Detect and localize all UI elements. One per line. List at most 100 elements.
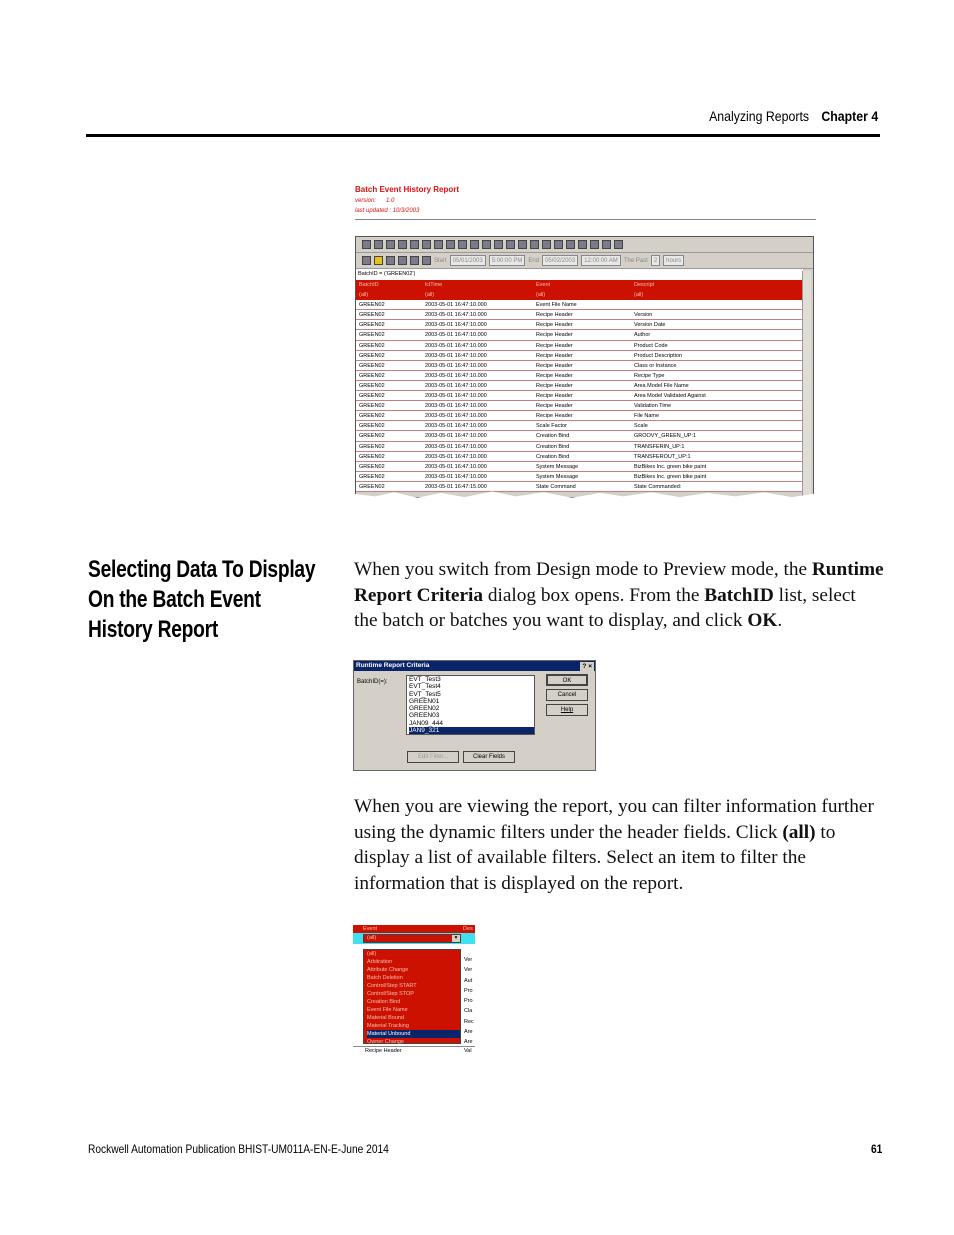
table-row: GREEN02 2003-05-01 16:47:10.000 Recipe Hea… xyxy=(356,381,803,392)
table-cell: GREEN02 xyxy=(359,382,385,389)
batchid-list[interactable]: EVT_Test3 EVT_Test4 EVT_Test5 GREEN01 GREEN0… xyxy=(406,675,535,735)
list-item[interactable]: Control/Step STOP xyxy=(367,990,460,998)
filter-icon[interactable] xyxy=(410,256,419,265)
table-cell: TRANSFEROUT_UP:1 xyxy=(634,453,691,460)
table-cell: Recipe Header xyxy=(536,413,573,420)
list-item[interactable]: Material Bound xyxy=(367,1014,460,1022)
start-date[interactable]: 05/01/2003 xyxy=(449,255,486,266)
table-row: GREEN02 2003-05-01 16:47:10.000 Scale Fact… xyxy=(356,421,803,432)
column-filters: (all) (all) (all) (all) xyxy=(356,290,803,301)
list-item[interactable]: Control/Step START xyxy=(367,982,460,990)
list-item[interactable]: GREEN03 xyxy=(409,712,534,719)
filter-row: (all) ▾ xyxy=(353,933,475,944)
end-time[interactable]: 12:00:00 AM xyxy=(581,255,621,266)
chart2-icon[interactable] xyxy=(470,240,479,249)
list-item[interactable]: (all) xyxy=(367,950,460,958)
start-time[interactable]: 5:00:00 PM xyxy=(488,255,526,266)
table-cell: 2003-05-01 16:47:10.000 xyxy=(425,453,487,460)
table-cell: Recipe Header xyxy=(536,382,573,389)
cancel-button[interactable]: Cancel xyxy=(546,689,588,701)
start-label: Start xyxy=(434,257,447,264)
window-icon[interactable] xyxy=(614,240,623,249)
list-item[interactable]: GREEN02 xyxy=(409,705,534,712)
list-item[interactable]: Arbitration xyxy=(367,958,460,966)
table-cell: Version xyxy=(634,312,653,319)
table-cell: Recipe Type xyxy=(634,372,665,379)
edit-filter-button[interactable]: Edit Filter... xyxy=(407,751,459,763)
event-filter-combo[interactable]: (all) ▾ xyxy=(363,934,461,943)
list-item[interactable]: Material Tracking xyxy=(367,1022,460,1030)
list-item[interactable]: JAN9_321 xyxy=(409,727,534,735)
list-item[interactable]: EVT_Test4 xyxy=(409,683,534,690)
table-cell: System Message xyxy=(536,463,579,470)
table-cell: Version Date xyxy=(634,322,666,329)
table-cell: Area Model File Name xyxy=(634,382,689,389)
next-icon[interactable] xyxy=(578,240,587,249)
table-row: GREEN02 2003-05-01 16:47:10.000 Recipe Hea… xyxy=(356,391,803,402)
list-item[interactable]: Material Unbound xyxy=(367,1030,460,1038)
vertical-scrollbar[interactable] xyxy=(802,271,811,497)
table-cell: Recipe Header xyxy=(536,312,573,319)
refresh-icon[interactable] xyxy=(362,256,371,265)
table-cell: 2003-05-01 16:47:10.000 xyxy=(425,393,487,400)
ok-button[interactable]: OK xyxy=(546,674,588,686)
list-item[interactable]: Owner Change xyxy=(367,1038,460,1046)
chart-icon[interactable] xyxy=(458,240,467,249)
zoom-out-icon[interactable] xyxy=(542,240,551,249)
grid-icon[interactable] xyxy=(602,240,611,249)
new-icon[interactable] xyxy=(362,240,371,249)
font-icon[interactable] xyxy=(494,240,503,249)
close-icon[interactable]: ? × xyxy=(580,662,594,672)
list-item[interactable]: Attribute Change xyxy=(367,966,460,974)
table-row: GREEN02 2003-05-01 16:47:15.000 State Comm… xyxy=(356,482,803,492)
table-cell: Validation Time xyxy=(634,403,672,410)
list-item[interactable]: JAN09_444 xyxy=(409,720,534,727)
list-item[interactable]: EVT_Test5 xyxy=(409,691,534,698)
clock-icon[interactable] xyxy=(374,256,383,265)
table-cell: BizBikes Inc. green bike paint xyxy=(634,473,707,480)
book-icon[interactable] xyxy=(506,240,515,249)
alarm-icon[interactable] xyxy=(386,256,395,265)
list-item[interactable]: Batch Deletion xyxy=(367,974,460,982)
list-item: Pro xyxy=(464,998,473,1005)
table-row: GREEN02 2003-05-01 16:47:10.000 Creation B… xyxy=(356,431,803,442)
help-button[interactable]: Help xyxy=(546,704,588,716)
past-unit[interactable]: hours xyxy=(663,255,685,266)
setup-icon[interactable] xyxy=(422,240,431,249)
table-cell: 2003-05-01 16:47:10.000 xyxy=(425,312,487,319)
chevron-down-icon[interactable]: ▾ xyxy=(452,935,460,942)
alarm2-icon[interactable] xyxy=(398,256,407,265)
table-cell: Author xyxy=(634,332,651,339)
table-icon[interactable] xyxy=(446,240,455,249)
table-row: GREEN02 2003-05-01 16:47:10.000 Creation B… xyxy=(356,442,803,452)
footer-publication: Rockwell Automation Publication BHIST-UM… xyxy=(88,1142,389,1156)
report-icon[interactable] xyxy=(518,240,527,249)
save-icon[interactable] xyxy=(386,240,395,249)
table-cell: Class or Instance xyxy=(634,362,677,369)
list-item[interactable]: Event File Name xyxy=(367,1006,460,1014)
table-cell: GREEN02 xyxy=(359,413,385,420)
table-cell: Event File Name xyxy=(536,302,577,309)
list-item[interactable]: EVT_Test3 xyxy=(409,676,534,683)
first-icon[interactable] xyxy=(554,240,563,249)
event-filter-options[interactable]: (all) Arbitration Attribute Change Batch De… xyxy=(363,949,461,1046)
table-cell xyxy=(634,300,803,309)
export-icon[interactable] xyxy=(410,240,419,249)
column-headers: BatchID lclTime Event Descript xyxy=(356,280,803,291)
blank-icon[interactable] xyxy=(434,240,443,249)
list-item[interactable]: GREEN01 xyxy=(409,698,534,705)
open-icon[interactable] xyxy=(374,240,383,249)
print-icon[interactable] xyxy=(398,240,407,249)
list-item[interactable]: Creation Bind xyxy=(367,998,460,1006)
report-viewer: Start 05/01/2003 5:00:00 PM End 05/02/20… xyxy=(355,236,814,498)
clear-fields-button[interactable]: Clear Fields xyxy=(463,751,515,763)
prev-icon[interactable] xyxy=(566,240,575,249)
last-icon[interactable] xyxy=(590,240,599,249)
filter2-icon[interactable] xyxy=(422,256,431,265)
table-row: GREEN02 2003-05-01 16:47:10.000 Recipe Hea… xyxy=(356,341,803,351)
header-section: Analyzing Reports xyxy=(708,108,809,124)
past-value[interactable]: 2 xyxy=(650,255,661,266)
chart3-icon[interactable] xyxy=(482,240,491,249)
end-date[interactable]: 05/02/2003 xyxy=(542,255,579,266)
zoom-in-icon[interactable] xyxy=(530,240,539,249)
